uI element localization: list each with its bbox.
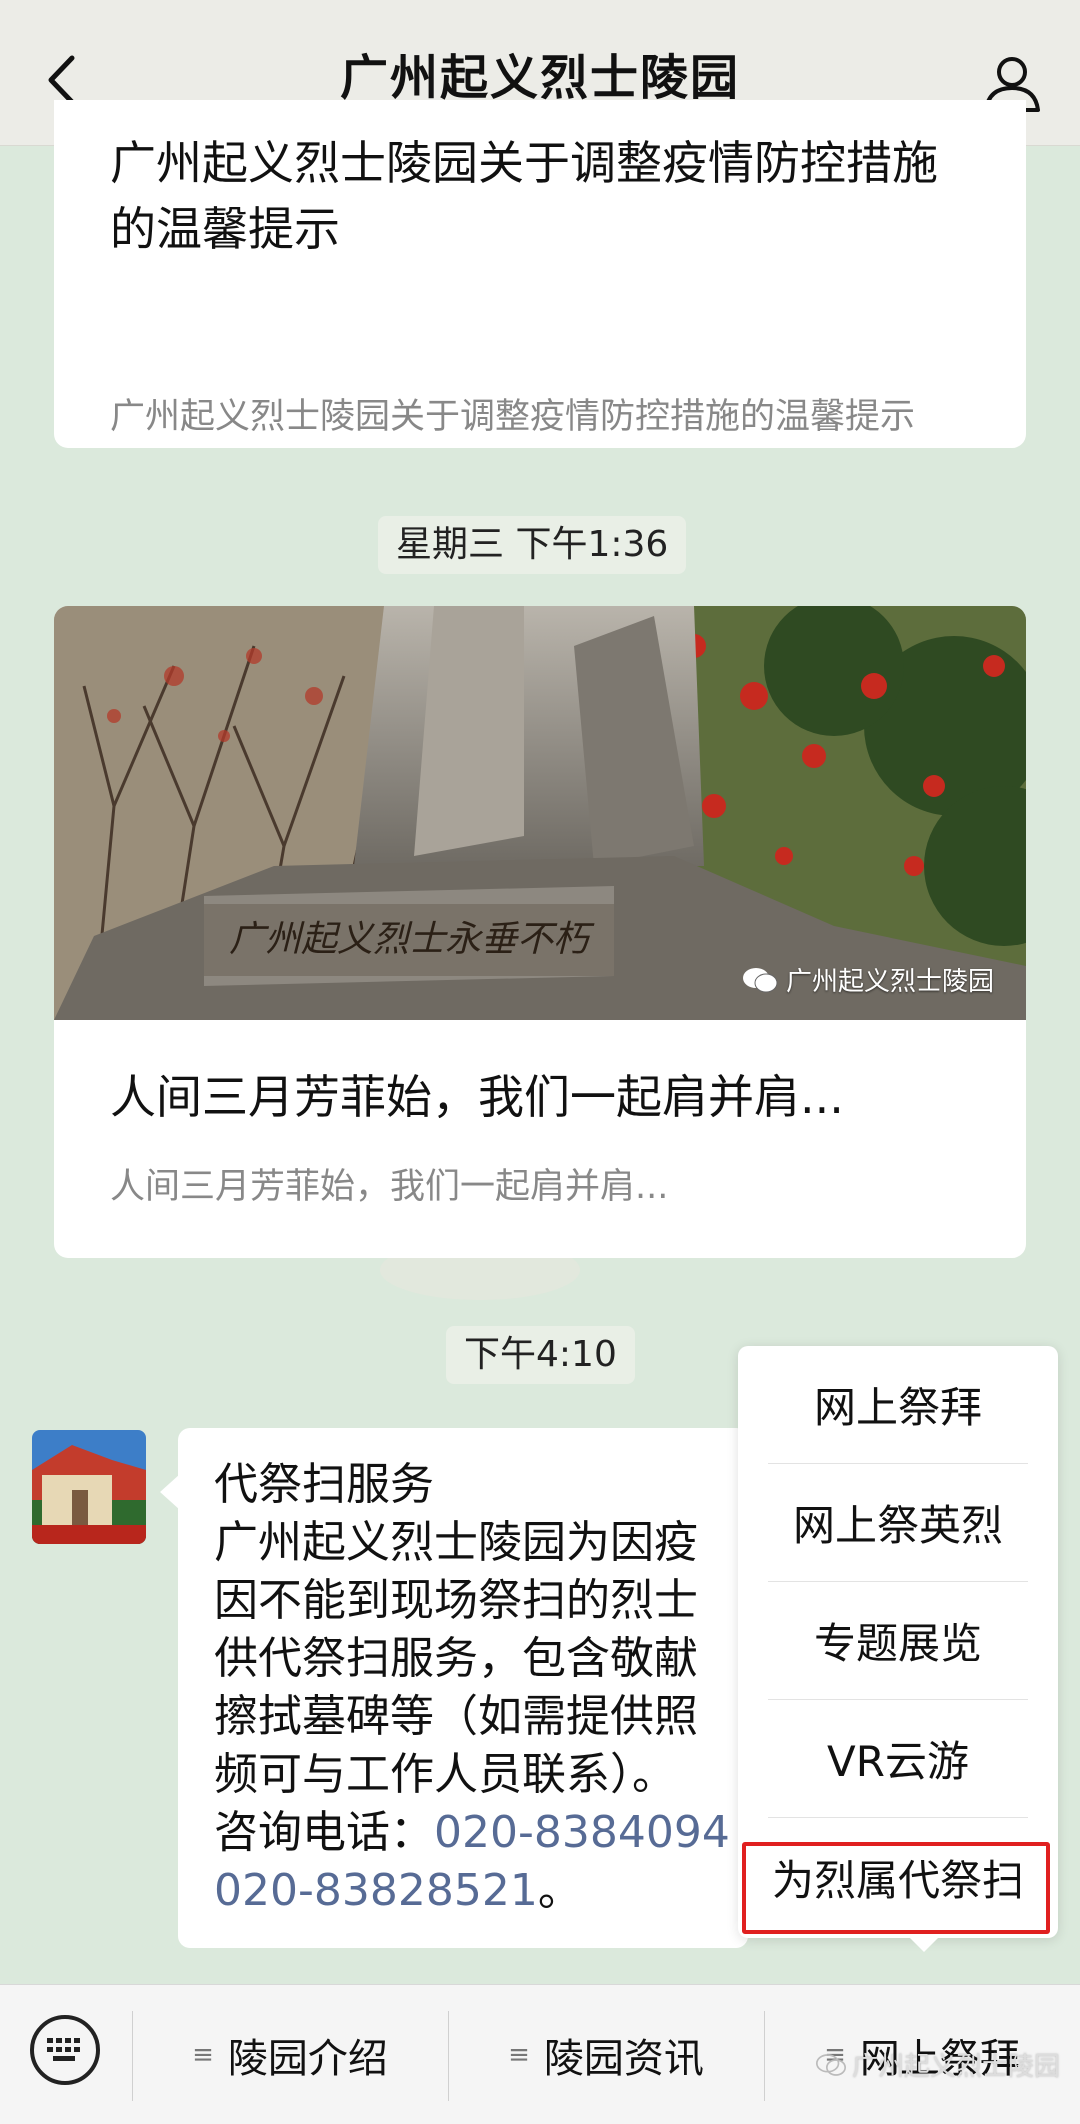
menu-tab-intro[interactable]: ≡ 陵园介绍: [132, 1985, 448, 2124]
popup-arrow: [908, 1936, 940, 1952]
menu-lines-icon: ≡: [192, 2040, 214, 2070]
submenu-item[interactable]: 网上祭拜: [768, 1346, 1028, 1464]
timestamp: 下午4:10: [446, 1326, 635, 1384]
chevron-left-icon: [48, 55, 75, 105]
page-title: 广州起义烈士陵园: [339, 49, 740, 106]
wechat-icon: [815, 2053, 846, 2076]
submenu-item[interactable]: 专题展览: [768, 1582, 1028, 1700]
keyboard-toggle-button[interactable]: [30, 2015, 100, 2085]
message-text: 代祭扫服务 广州起义烈士陵园为因疫 因不能到现场祭扫的烈士 供代祭扫服务，包含敬…: [214, 1459, 730, 1916]
bubble-tail: [160, 1474, 180, 1510]
menu-tab-news[interactable]: ≡ 陵园资讯: [448, 1985, 764, 2124]
image-watermark: 广州起义烈士陵园: [742, 961, 994, 998]
timestamp: 星期三 下午1:36: [378, 516, 687, 574]
wechat-icon: [742, 967, 778, 992]
highlight-box: [742, 1842, 1050, 1934]
article-description: 人间三月芳菲始，我们一起肩并肩...: [110, 1167, 669, 1207]
article-card[interactable]: 广州起义烈士陵园关于调整疫情防控措施的温馨提示 广州起义烈士陵园关于调整疫情防控…: [54, 100, 1026, 448]
keyboard-icon: [47, 2038, 80, 2061]
submenu-item[interactable]: VR云游: [768, 1700, 1028, 1818]
article-card[interactable]: 广州起义烈士永垂不朽 广州起义烈士陵园 人间三月芳菲始，我们一起肩并肩... 人…: [54, 606, 1026, 1258]
submenu-item[interactable]: 网上祭英烈: [768, 1464, 1028, 1582]
footer-watermark: 广州起义烈士陵园: [815, 2046, 1060, 2083]
phone-link[interactable]: 020-83828521: [214, 1865, 538, 1916]
avatar[interactable]: [32, 1430, 146, 1544]
article-title: 广州起义烈士陵园关于调整疫情防控措施的温馨提示: [110, 136, 938, 256]
phone-link[interactable]: 020-8384094: [434, 1807, 730, 1858]
menu-lines-icon: ≡: [508, 2040, 530, 2070]
message-bubble[interactable]: 代祭扫服务 广州起义烈士陵园为因疫 因不能到现场祭扫的烈士 供代祭扫服务，包含敬…: [178, 1428, 748, 1948]
stone-inscription: 广州起义烈士永垂不朽: [229, 919, 595, 960]
article-cover-image: 广州起义烈士永垂不朽 广州起义烈士陵园: [54, 606, 1026, 1020]
article-description: 广州起义烈士陵园关于调整疫情防控措施的温馨提示: [110, 397, 916, 437]
article-title: 人间三月芳菲始，我们一起肩并肩...: [110, 1070, 844, 1124]
